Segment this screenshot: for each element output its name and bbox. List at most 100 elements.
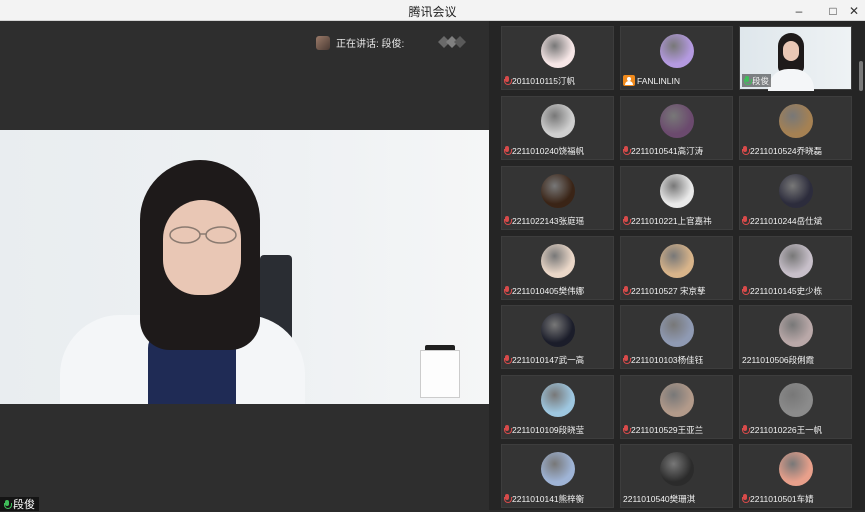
participant-name: 2011010115汀帆: [512, 75, 576, 86]
participant-avatar: [779, 244, 813, 278]
participant-label: 2211010405樊伟娜: [504, 284, 584, 297]
participant-label: 2211010524乔晓磊: [742, 144, 822, 157]
mic-muted-icon: [742, 286, 750, 295]
close-icon[interactable]: ✕: [843, 0, 865, 21]
mic-muted-icon: [504, 494, 512, 503]
participant-label: 2211010529王亚兰: [623, 423, 703, 436]
participant-name: 段俊: [752, 75, 770, 86]
participant-tile[interactable]: 2211010527 宋京孳: [620, 236, 733, 300]
participant-label: 2211010501车婧: [742, 492, 814, 505]
participant-tile[interactable]: 2211022143张庭瑶: [501, 166, 614, 230]
participant-label: 2211010506段俐霞: [742, 353, 814, 366]
mic-muted-icon: [623, 425, 631, 434]
participant-name: 2211010529王亚兰: [631, 424, 704, 435]
participant-gallery[interactable]: 2011010115汀帆 FANLINLIN 段俊 2211010240饶福帆 2211…: [489, 21, 865, 510]
mic-on-icon: [744, 76, 752, 85]
participant-tile[interactable]: 2211010221上官嘉祎: [620, 166, 733, 230]
participant-tile[interactable]: 段俊: [739, 26, 852, 91]
participant-label: 2211010244岳仕斌: [742, 214, 822, 227]
mic-muted-icon: [504, 286, 512, 295]
participant-tile[interactable]: 2211010103杨佳钰: [620, 305, 733, 369]
participant-tile[interactable]: 2211010145史少栋: [739, 236, 852, 300]
mic-muted-icon: [742, 146, 750, 155]
mic-muted-icon: [623, 146, 631, 155]
participant-avatar: [660, 383, 694, 417]
participant-tile[interactable]: 2211010501车婧: [739, 444, 852, 508]
window-title: 腾讯会议: [408, 5, 457, 19]
participant-avatar: [660, 34, 694, 68]
participant-label: 2211010240饶福帆: [504, 144, 584, 157]
participant-name: 2211010244岳仕斌: [750, 215, 823, 226]
mic-muted-icon: [623, 286, 631, 295]
participant-tile[interactable]: 2211010405樊伟娜: [501, 236, 614, 300]
mic-muted-icon: [504, 425, 512, 434]
participant-name: 2211010541高汀涛: [631, 145, 704, 156]
mic-muted-icon: [504, 76, 512, 85]
participant-avatar: [779, 383, 813, 417]
participant-label: 2211010109段晓莹: [504, 423, 584, 436]
participant-avatar: [779, 452, 813, 486]
participant-avatar: [541, 104, 575, 138]
title-bar: 腾讯会议 – □ ✕: [0, 0, 865, 21]
main-video[interactable]: [0, 130, 489, 404]
participant-name: 2211010240饶福帆: [512, 145, 585, 156]
participant-avatar: [660, 104, 694, 138]
participant-label: 2211022143张庭瑶: [504, 214, 584, 227]
mic-on-icon: [4, 499, 12, 509]
participant-name: 2211010103杨佳钰: [631, 354, 704, 365]
participant-name: 2211010109段晓莹: [512, 424, 585, 435]
participant-avatar: [541, 383, 575, 417]
participant-avatar: [660, 174, 694, 208]
participant-label: 2211010145史少栋: [742, 284, 822, 297]
mic-muted-icon: [504, 146, 512, 155]
participant-tile[interactable]: 2211010524乔晓磊: [739, 96, 852, 160]
participant-avatar: [541, 452, 575, 486]
user-icon: [623, 75, 635, 86]
participant-name: 2211010501车婧: [750, 493, 814, 504]
mic-muted-icon: [623, 216, 631, 225]
mic-muted-icon: [742, 425, 750, 434]
participant-name: 2211010141熊梓衡: [512, 493, 585, 504]
participant-label: 2211010141熊梓衡: [504, 492, 584, 505]
participant-avatar: [779, 313, 813, 347]
participant-tile[interactable]: 2211010226王一帆: [739, 375, 852, 439]
participant-name: 2211010226王一帆: [750, 424, 823, 435]
participant-label: 2211010527 宋京孳: [623, 284, 706, 297]
participant-tile[interactable]: 2211010109段晓莹: [501, 375, 614, 439]
participant-label: 2211010103杨佳钰: [623, 353, 703, 366]
participant-tile[interactable]: 2211010244岳仕斌: [739, 166, 852, 230]
participant-name: 2211010527 宋京孳: [631, 285, 706, 296]
participant-avatar: [541, 313, 575, 347]
participant-label: FANLINLIN: [623, 74, 680, 87]
mic-muted-icon: [623, 355, 631, 364]
participant-name: 2211010221上官嘉祎: [631, 215, 712, 226]
participant-label: 2211010541高汀涛: [623, 144, 703, 157]
participant-tile[interactable]: 2211010506段俐霞: [739, 305, 852, 369]
participant-name: 2211010524乔晓磊: [750, 145, 823, 156]
participant-tile[interactable]: 2211010541高汀涛: [620, 96, 733, 160]
participant-name: FANLINLIN: [637, 75, 680, 86]
participant-tile[interactable]: 2211010529王亚兰: [620, 375, 733, 439]
participant-name: 2211010147武一高: [512, 354, 585, 365]
participant-avatar: [660, 313, 694, 347]
main-video-name: 段俊: [0, 497, 39, 511]
participant-label: 2011010115汀帆: [504, 74, 575, 87]
maximize-icon[interactable]: □: [822, 0, 844, 21]
participant-tile[interactable]: 2211010141熊梓衡: [501, 444, 614, 508]
mic-muted-icon: [742, 494, 750, 503]
participant-label: 2211010147武一高: [504, 353, 584, 366]
participant-tile[interactable]: 2011010115汀帆: [501, 26, 614, 90]
participant-tile[interactable]: 2211010240饶福帆: [501, 96, 614, 160]
participant-avatar: [779, 104, 813, 138]
participant-name: 2211010506段俐霞: [742, 354, 815, 365]
participant-name: 2211010145史少栋: [750, 285, 823, 296]
gallery-scrollbar[interactable]: [859, 61, 863, 91]
participant-tile[interactable]: FANLINLIN: [620, 26, 733, 90]
participant-tile[interactable]: 2211010147武一高: [501, 305, 614, 369]
tencent-meeting-logo-icon: [438, 36, 466, 48]
speaking-text: 正在讲话: 段俊:: [336, 39, 405, 50]
minimize-icon[interactable]: –: [788, 0, 810, 21]
participant-name: 2211010405樊伟娜: [512, 285, 585, 296]
participant-name: 2211010540樊珊淇: [623, 493, 696, 504]
participant-tile[interactable]: 2211010540樊珊淇: [620, 444, 733, 508]
